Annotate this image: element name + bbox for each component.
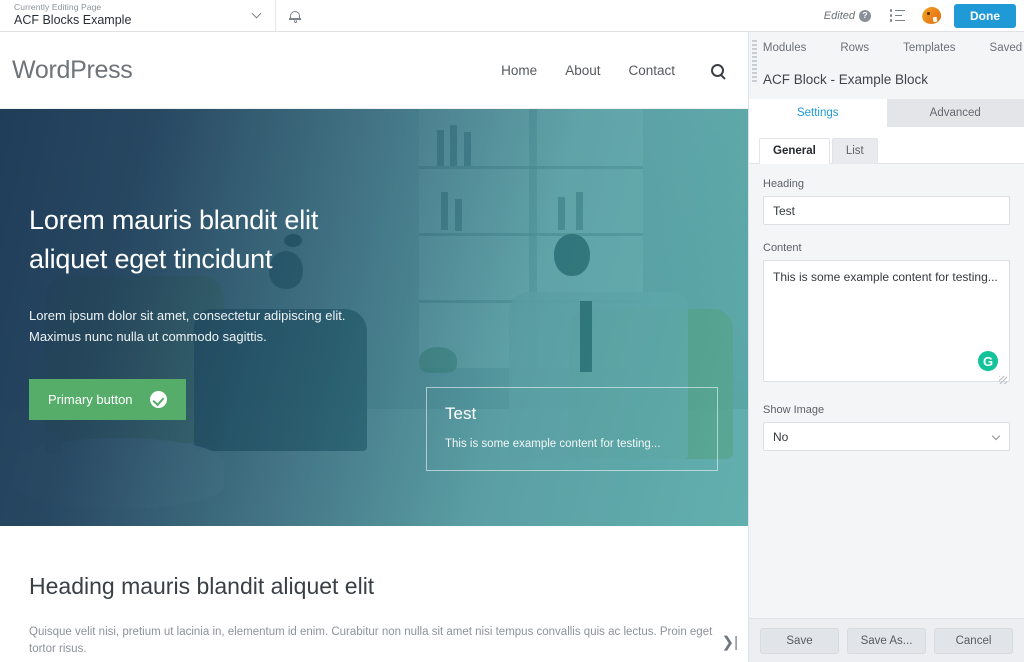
collapse-panel-icon[interactable]: ❯| xyxy=(722,633,738,651)
beaver-builder-icon xyxy=(919,5,943,26)
field-heading: Heading xyxy=(763,178,1010,225)
site-header: WordPress Home About Contact xyxy=(0,32,748,109)
site-nav: Home About Contact xyxy=(501,63,724,78)
edited-label: Edited xyxy=(823,9,855,22)
edited-status[interactable]: Edited ? xyxy=(815,9,880,22)
bell-icon xyxy=(289,10,301,23)
page-dropdown-button[interactable] xyxy=(238,0,276,31)
field-show-image: Show Image No Yes xyxy=(763,404,1010,451)
done-button[interactable]: Done xyxy=(954,3,1016,28)
check-circle-icon xyxy=(149,391,167,409)
panel-node-title: ACF Block - Example Block xyxy=(749,64,1024,99)
admin-bar-actions: Edited ? Done xyxy=(815,0,1024,31)
panel-tab-modules[interactable]: Modules xyxy=(746,42,823,54)
show-image-select[interactable]: No Yes xyxy=(763,422,1010,451)
outline-list-icon xyxy=(889,9,905,22)
hero-section: Lorem mauris blandit elit aliquet eget t… xyxy=(0,109,748,526)
panel-footer: Save Save As... Cancel xyxy=(749,618,1024,662)
editing-label: Currently Editing Page xyxy=(14,2,102,13)
builder-settings-panel: Modules Rows Templates Saved ACF Block -… xyxy=(748,32,1024,662)
hero-content: Lorem mauris blandit elit aliquet eget t… xyxy=(0,109,420,421)
admin-bar: Currently Editing Page ACF Blocks Exampl… xyxy=(0,0,1024,32)
outline-button[interactable] xyxy=(880,0,914,32)
beaver-builder-menu-button[interactable] xyxy=(914,0,948,32)
hero-headline: Lorem mauris blandit elit aliquet eget t… xyxy=(29,201,420,279)
editing-page-title: ACF Blocks Example xyxy=(14,13,132,28)
field-heading-label: Heading xyxy=(763,178,804,190)
acf-block-content: This is some example content for testing… xyxy=(445,438,661,450)
hero-primary-button-label: Primary button xyxy=(48,392,133,408)
search-icon[interactable] xyxy=(711,63,724,77)
lower-content-section: Heading mauris blandit aliquet elit Quis… xyxy=(0,526,748,659)
help-icon[interactable]: ? xyxy=(859,9,871,22)
drag-handle-icon[interactable] xyxy=(752,40,757,82)
heading-input[interactable] xyxy=(763,196,1010,225)
acf-block-heading: Test xyxy=(445,404,477,423)
save-as-button[interactable]: Save As... xyxy=(847,627,926,654)
save-button[interactable]: Save xyxy=(760,627,839,654)
nav-item-home[interactable]: Home xyxy=(501,63,537,78)
subtab-general[interactable]: General xyxy=(759,138,830,164)
panel-segment-tabs: Settings Advanced xyxy=(749,99,1024,127)
subtab-list[interactable]: List xyxy=(831,138,878,164)
panel-tab-templates[interactable]: Templates xyxy=(886,42,972,54)
panel-fields: Heading Content G Show Image No Yes xyxy=(749,164,1024,618)
tab-advanced[interactable]: Advanced xyxy=(886,99,1024,127)
hero-headline-line-1: Lorem mauris blandit elit xyxy=(29,205,319,235)
panel-sub-tabs: General List xyxy=(749,127,1024,164)
textarea-resize-handle[interactable] xyxy=(999,376,1007,384)
lower-paragraph: Quisque velit nisi, pretium ut lacinia i… xyxy=(29,626,713,656)
acf-block-selected-outline[interactable]: Test This is some example content for te… xyxy=(426,387,718,471)
hero-headline-line-2: aliquet eget tincidunt xyxy=(29,244,273,275)
grammarly-icon[interactable]: G xyxy=(978,351,998,371)
chevron-down-icon xyxy=(251,8,262,19)
panel-top-tabs: Modules Rows Templates Saved xyxy=(749,32,1024,64)
field-show-image-label: Show Image xyxy=(763,404,825,416)
field-content-label: Content xyxy=(763,242,802,254)
nav-item-contact[interactable]: Contact xyxy=(628,63,675,78)
notifications-button[interactable] xyxy=(276,0,314,31)
cancel-button[interactable]: Cancel xyxy=(934,627,1013,654)
admin-bar-spacer xyxy=(314,0,815,31)
currently-editing-chip[interactable]: Currently Editing Page ACF Blocks Exampl… xyxy=(0,0,238,31)
panel-tab-rows[interactable]: Rows xyxy=(823,42,886,54)
tab-settings[interactable]: Settings xyxy=(749,99,887,127)
site-logo[interactable]: WordPress xyxy=(12,56,133,85)
content-textarea[interactable] xyxy=(763,260,1010,382)
nav-item-about[interactable]: About xyxy=(565,63,600,78)
hero-primary-button[interactable]: Primary button xyxy=(29,379,186,421)
panel-tab-saved[interactable]: Saved xyxy=(973,42,1024,54)
hero-paragraph: Lorem ipsum dolor sit amet, consectetur … xyxy=(29,308,346,345)
page-preview-canvas: WordPress Home About Contact Lorem mauri… xyxy=(0,32,748,662)
lower-heading: Heading mauris blandit aliquet elit xyxy=(29,573,375,599)
field-content: Content G xyxy=(763,242,1010,387)
